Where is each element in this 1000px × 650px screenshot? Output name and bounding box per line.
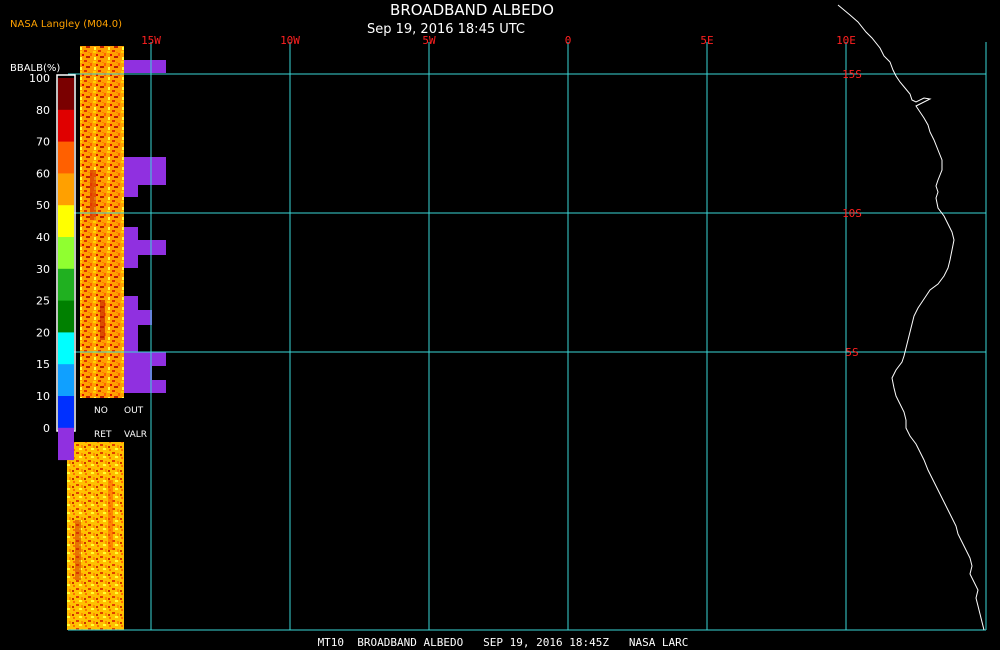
no-retrieval-block xyxy=(124,255,138,268)
no-ret-label-1: NO xyxy=(94,406,108,416)
no-retrieval-block xyxy=(124,352,166,366)
latlon-labels: 15W10W5W05E10E5S10S15S20S xyxy=(141,34,862,359)
legend-tick-label: 30 xyxy=(36,263,50,276)
latlon-grid xyxy=(68,42,987,631)
map-title: BROADBAND ALBEDO xyxy=(390,1,554,19)
legend-tick-label: 20 xyxy=(36,326,50,339)
legend-tick-label: 70 xyxy=(36,136,50,149)
legend-swatch xyxy=(58,78,74,111)
legend-ticks: 100807060504030252015100 xyxy=(29,72,50,435)
footer-caption: MT10 BROADBAND ALBEDO SEP 19, 2016 18:45… xyxy=(318,636,689,649)
legend-swatch xyxy=(58,268,74,302)
legend-tick-label: 80 xyxy=(36,104,50,117)
map-subtitle: Sep 19, 2016 18:45 UTC xyxy=(367,22,525,37)
no-retrieval-block xyxy=(124,185,138,197)
legend-tick-label: 15 xyxy=(36,358,50,371)
legend-tick-label: 60 xyxy=(36,167,50,180)
legend-tick-label: 100 xyxy=(29,72,50,85)
legend-swatches xyxy=(58,78,74,461)
legend-swatch xyxy=(58,332,74,365)
longitude-label: 10W xyxy=(280,34,300,47)
legend-swatch xyxy=(58,237,74,270)
legend-swatch xyxy=(58,364,74,397)
longitude-label: 10E xyxy=(836,34,856,47)
legend-tick-label: 25 xyxy=(36,295,50,308)
longitude-label: 15W xyxy=(141,34,161,47)
legend-swatch xyxy=(58,173,74,206)
no-retrieval-block xyxy=(124,380,166,393)
latitude-label: 10S xyxy=(842,207,862,220)
legend-tick-label: 40 xyxy=(36,231,50,244)
legend-swatch xyxy=(58,396,74,429)
latitude-label: 5S xyxy=(845,346,858,359)
no-retrieval-regions xyxy=(124,60,166,393)
legend-swatch xyxy=(58,205,74,238)
legend-swatch xyxy=(58,300,74,333)
longitude-label: 5E xyxy=(700,34,713,47)
no-retrieval-block xyxy=(124,366,152,380)
out-valr-label-1: OUT xyxy=(124,406,144,416)
legend-swatch xyxy=(58,141,74,174)
no-ret-label-2: RET xyxy=(94,430,112,440)
longitude-label: 5W xyxy=(422,34,436,47)
latitude-label: 15S xyxy=(842,68,862,81)
legend-swatch xyxy=(58,427,74,461)
no-retrieval-block xyxy=(124,240,166,255)
credit-label: NASA Langley (M04.0) xyxy=(10,19,122,30)
no-retrieval-block xyxy=(124,157,166,185)
out-valr-label-2: VALR xyxy=(124,430,147,440)
albedo-swath-upper xyxy=(80,46,124,398)
satellite-map: NASA Langley (M04.0) BROADBAND ALBEDO Se… xyxy=(10,1,987,649)
no-retrieval-block xyxy=(124,227,138,240)
longitude-label: 0 xyxy=(565,34,572,47)
legend-tick-label: 10 xyxy=(36,390,50,403)
legend-tick-label: 0 xyxy=(43,422,50,435)
legend-swatch xyxy=(58,109,74,143)
coastline xyxy=(837,4,985,631)
no-retrieval-block xyxy=(124,60,166,73)
legend-tick-label: 50 xyxy=(36,199,50,212)
no-retrieval-block xyxy=(124,296,138,310)
no-retrieval-block xyxy=(124,325,138,352)
no-retrieval-block xyxy=(124,310,152,325)
